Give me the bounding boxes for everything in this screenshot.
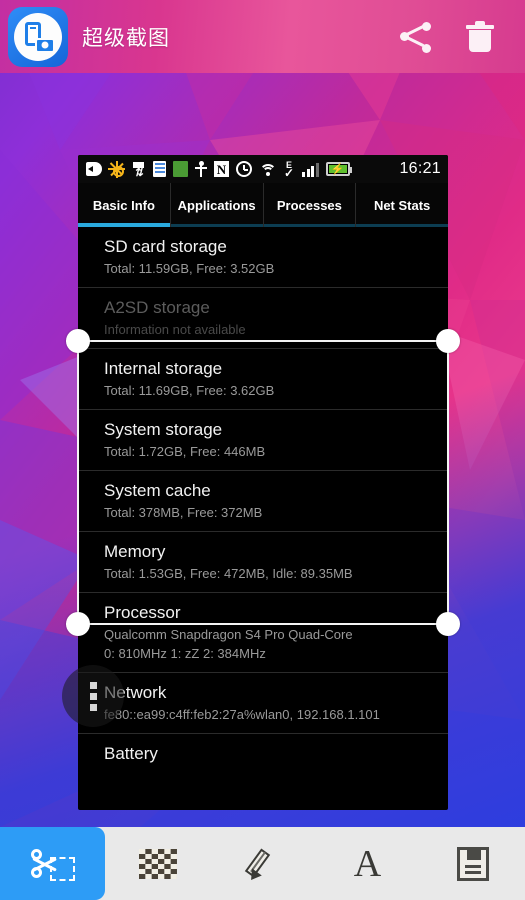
toolbar-text-button[interactable]: A	[315, 827, 420, 900]
screenshot-editor-app: 超级截图 ⇅ N E ✓ ⚡ 16:21 Basic Info Applicat…	[0, 0, 525, 900]
row-title: Memory	[104, 542, 166, 561]
document-icon	[153, 161, 166, 178]
android-status-bar: ⇅ N E ✓ ⚡ 16:21	[78, 155, 448, 183]
more-vertical-icon-dot	[89, 703, 97, 711]
app-icon-circle	[14, 12, 62, 61]
alarm-icon	[236, 161, 252, 178]
save-floppy-icon	[456, 846, 489, 881]
share-dot-left	[400, 31, 409, 41]
toolbar-save-button[interactable]	[420, 827, 525, 900]
tab-basic-info[interactable]: Basic Info	[78, 183, 170, 227]
list-item[interactable]: Battery	[78, 734, 448, 774]
row-title: Processor	[104, 603, 181, 622]
page-title: 超级截图	[82, 26, 170, 50]
battery-charging-icon: ⚡	[325, 161, 352, 178]
crop-line-right[interactable]	[447, 340, 449, 624]
text-icon: A	[353, 842, 382, 885]
row-title: Battery	[104, 744, 158, 763]
status-clock: 16:21	[399, 160, 441, 177]
row-subtitle: Total: 1.53GB, Free: 472MB, Idle: 89.35M…	[104, 566, 353, 581]
row-title: Network	[104, 683, 167, 702]
list-item[interactable]: System cache Total: 378MB, Free: 372MB	[78, 471, 448, 532]
more-vertical-icon-dot	[89, 692, 97, 700]
list-item[interactable]: System storage Total: 1.72GB, Free: 446M…	[78, 410, 448, 471]
tab-label: Net Stats	[373, 197, 431, 213]
trash-lid-icon	[466, 20, 494, 29]
list-item[interactable]: Internal storage Total: 11.69GB, Free: 3…	[78, 349, 448, 410]
brightness-icon	[108, 161, 125, 178]
toolbar-crop-button[interactable]	[0, 827, 105, 900]
share-dot-bottom	[422, 43, 431, 53]
row-subtitle: Qualcomm Snapdragon S4 Pro Quad-Core 0: …	[104, 627, 353, 661]
list-item[interactable]: Memory Total: 1.53GB, Free: 472MB, Idle:…	[78, 532, 448, 593]
row-subtitle: Total: 11.59GB, Free: 3.52GB	[104, 261, 275, 276]
edge-network-icon: E ✓	[283, 159, 295, 180]
row-subtitle: Total: 11.69GB, Free: 3.62GB	[104, 383, 275, 398]
back-icon	[86, 161, 102, 178]
row-subtitle: Total: 1.72GB, Free: 446MB	[104, 444, 266, 459]
trash-body-icon	[469, 29, 491, 52]
row-subtitle: Information not available	[104, 322, 246, 337]
crop-handle-bottom-left[interactable]	[66, 612, 90, 636]
share-dot-top	[422, 21, 431, 31]
row-title: SD card storage	[104, 237, 227, 256]
tab-label: Processes	[276, 197, 342, 213]
toolbar-mosaic-button[interactable]	[105, 827, 210, 900]
toolbar-draw-button[interactable]	[210, 827, 315, 900]
pencil-icon	[244, 846, 281, 884]
crop-line-top[interactable]	[66, 340, 459, 342]
crop-handle-top-right[interactable]	[436, 329, 460, 353]
row-title: System storage	[104, 420, 223, 439]
nfc-icon: N	[214, 161, 229, 178]
mosaic-icon	[138, 848, 177, 879]
tab-bar: Basic Info Applications Processes Net St…	[78, 183, 448, 227]
usb-icon	[195, 161, 207, 178]
camera-glyph	[35, 37, 55, 53]
crop-line-bottom[interactable]	[66, 623, 459, 625]
row-title: Internal storage	[104, 359, 223, 378]
row-title: System cache	[104, 481, 211, 500]
editor-toolbar: A	[0, 827, 525, 900]
info-list: SD card storage Total: 11.59GB, Free: 3.…	[78, 227, 448, 774]
crop-scissors-icon	[30, 844, 75, 884]
crop-handle-bottom-right[interactable]	[436, 612, 460, 636]
tab-net-stats[interactable]: Net Stats	[355, 183, 448, 227]
delete-button[interactable]	[463, 20, 497, 54]
status-icons: ⇅ N E ✓ ⚡	[86, 159, 352, 180]
floating-menu-button[interactable]	[62, 665, 124, 727]
more-vertical-icon-dot	[89, 681, 97, 689]
row-subtitle: Total: 378MB, Free: 372MB	[104, 505, 263, 520]
signal-icon	[302, 161, 319, 178]
tab-label: Applications	[177, 197, 256, 213]
row-subtitle: fe80::ea99:c4ff:feb2:27a%wlan0, 192.168.…	[104, 707, 380, 722]
app-header: 超级截图	[0, 0, 525, 73]
sync-icon: ⇅	[131, 161, 146, 178]
share-button[interactable]	[399, 20, 433, 54]
list-item[interactable]: Processor Qualcomm Snapdragon S4 Pro Qua…	[78, 593, 448, 673]
crop-line-left[interactable]	[77, 340, 79, 624]
list-item[interactable]: SD card storage Total: 11.59GB, Free: 3.…	[78, 227, 448, 288]
green-square-icon	[173, 161, 188, 178]
screenshot-canvas[interactable]: ⇅ N E ✓ ⚡ 16:21 Basic Info Applications …	[78, 155, 448, 810]
tab-label: Basic Info	[92, 197, 155, 213]
row-title: A2SD storage	[104, 298, 210, 317]
wifi-icon	[259, 161, 276, 178]
tab-applications[interactable]: Applications	[169, 183, 263, 227]
list-item[interactable]: Network fe80::ea99:c4ff:feb2:27a%wlan0, …	[78, 673, 448, 734]
app-icon	[8, 6, 68, 67]
tab-processes[interactable]: Processes	[262, 183, 356, 227]
header-actions	[399, 20, 525, 54]
crop-handle-top-left[interactable]	[66, 329, 90, 353]
